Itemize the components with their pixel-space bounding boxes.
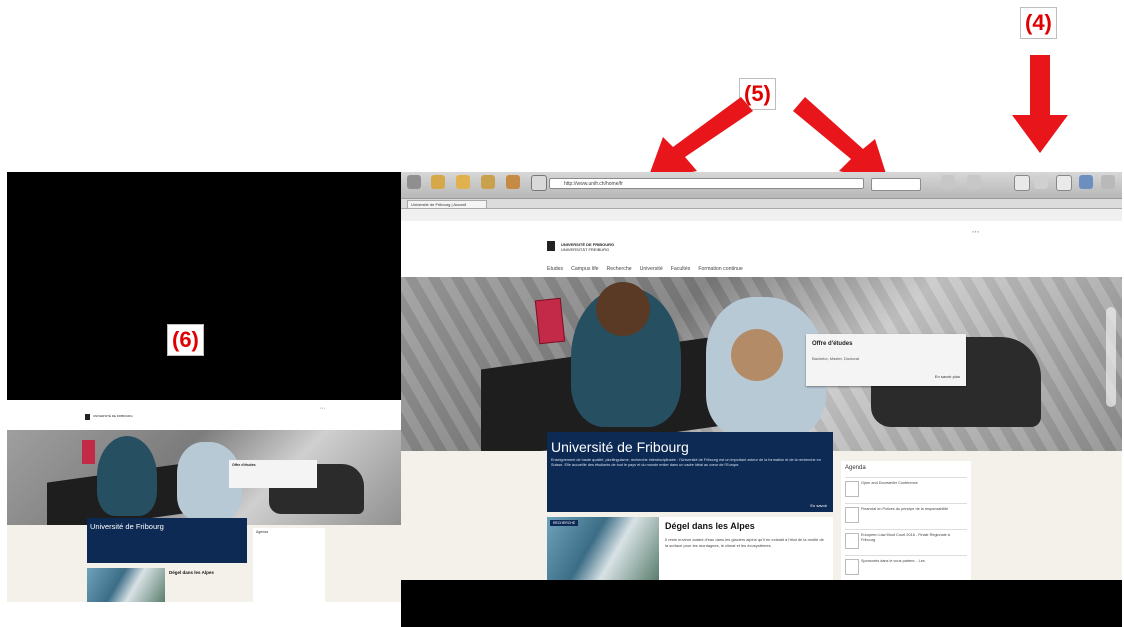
person-head-shape	[596, 282, 650, 336]
agenda-title: Agenda	[845, 465, 866, 471]
calendar-icon	[845, 481, 859, 497]
nav-item-campus[interactable]: Campus life	[571, 266, 598, 272]
side-controls[interactable]	[1106, 307, 1116, 407]
secondary-screen-webpage: ▪ ▪ ▪ UNIVERSITÉ DE FRIBOURG Offre d'étu…	[7, 400, 405, 602]
agenda-panel: Agenda	[252, 528, 325, 602]
reload-icon[interactable]	[456, 175, 470, 189]
logo-line2: UNIVERSITÄT FREIBURG	[561, 247, 610, 252]
webpage: ▪ ▪ ▪ UNIVERSITÉ DE FRIBOURG UNIVERSITÄT…	[401, 221, 1122, 580]
agenda-item[interactable]: Open and Doorsteller Conférence	[845, 477, 967, 502]
display-icon[interactable]	[1079, 175, 1093, 189]
tab-bar: Université de Fribourg | Accueil	[401, 199, 1122, 209]
agenda-item-text: Europeen Law Moot Court 2016 - Finale Ré…	[861, 533, 950, 542]
offer-subtitle: Bachelor, Master, Doctorat	[812, 356, 860, 361]
university-title: Université de Fribourg	[551, 439, 689, 455]
logo-mark-icon	[547, 241, 555, 251]
agenda-item-text: Open and Doorsteller Conférence	[861, 481, 918, 485]
news-text: Il reste environ autant d'eau dans les g…	[665, 537, 824, 548]
tools-icon[interactable]	[967, 175, 981, 189]
red-book-shape	[534, 297, 566, 345]
news-image[interactable]	[87, 568, 165, 602]
calendar-icon	[845, 507, 859, 523]
offer-box[interactable]: Offre d'études	[229, 460, 317, 488]
offer-more-link[interactable]: En savoir plus	[935, 374, 960, 379]
user-icon[interactable]	[1034, 175, 1048, 189]
calendar-icon	[845, 559, 859, 575]
callout-label-6: (6)	[167, 324, 204, 356]
settings-icon[interactable]	[1101, 175, 1115, 189]
calendar-icon	[845, 533, 859, 549]
tab-active[interactable]: Université de Fribourg | Accueil	[407, 200, 487, 208]
agenda-item-text: Sponsorés dans le vous partenr... Les	[861, 559, 925, 563]
logo-mark-icon	[85, 414, 90, 420]
agenda-item[interactable]: Europeen Law Moot Court 2016 - Finale Ré…	[845, 529, 967, 554]
screen-icon[interactable]	[1056, 175, 1072, 191]
search-input[interactable]	[871, 178, 921, 191]
main-screen: http://www.unifr.ch/home/fr Université d…	[401, 172, 1122, 627]
nav-item-universite[interactable]: Université	[640, 266, 663, 272]
offer-box[interactable]: Offre d'études Bachelor, Master, Doctora…	[806, 334, 966, 386]
news-title[interactable]: Dégel dans les Alpes	[169, 570, 214, 575]
university-text: Enseignement de haute qualité, pluriling…	[551, 458, 821, 467]
agenda-item[interactable]: Sponsorés dans le vous partenr... Les	[845, 555, 967, 580]
offer-title: Offre d'études	[812, 341, 853, 347]
home-icon[interactable]	[506, 175, 520, 189]
person-shape	[97, 436, 157, 516]
home-icon[interactable]	[531, 175, 547, 191]
nav-item-etudes[interactable]: Etudes	[547, 266, 563, 272]
bookmarks-icon[interactable]	[481, 175, 495, 189]
university-title: Université de Fribourg	[90, 522, 164, 531]
offer-title: Offre d'études	[232, 463, 256, 467]
nav-item-formation[interactable]: Formation continue	[698, 266, 742, 272]
hero-image: Offre d'études	[7, 430, 405, 525]
edit-icon[interactable]	[1014, 175, 1030, 191]
person-head-shape	[731, 329, 783, 381]
agenda-item-text: Financial en Polices du principe de la r…	[861, 507, 949, 511]
red-book-shape	[82, 440, 95, 464]
hero-image: Offre d'études Bachelor, Master, Doctora…	[401, 277, 1122, 451]
news-item[interactable]: RECHERCHE Dégel dans les Alpes Il reste …	[547, 517, 833, 580]
browser-toolbar: http://www.unifr.ch/home/fr	[401, 172, 1122, 199]
logo-text: UNIVERSITÉ DE FRIBOURG	[93, 414, 133, 418]
nav-item-facultes[interactable]: Facultés	[671, 266, 691, 272]
university-box: Université de Fribourg Enseignement de h…	[547, 432, 833, 512]
agenda-panel: Agenda Open and Doorsteller Conférence F…	[841, 461, 971, 580]
util-links: ▪ ▪ ▪	[320, 406, 325, 410]
university-box: Université de Fribourg	[87, 518, 247, 563]
search-icon[interactable]	[941, 175, 955, 189]
down-arrow-icon	[1012, 55, 1068, 153]
url-bar[interactable]: http://www.unifr.ch/home/fr	[549, 178, 864, 189]
browser-window: http://www.unifr.ch/home/fr Université d…	[401, 172, 1122, 580]
main-nav: Etudes Campus life Recherche Université …	[547, 266, 743, 272]
news-tag: RECHERCHE	[550, 520, 579, 526]
forward-icon[interactable]	[431, 175, 445, 189]
news-image[interactable]: RECHERCHE	[547, 517, 659, 580]
news-title[interactable]: Dégel dans les Alpes	[665, 521, 755, 531]
nav-item-recherche[interactable]: Recherche	[607, 266, 632, 272]
university-more-link[interactable]: En savoir	[810, 503, 827, 508]
secondary-screen: (6) ▪ ▪ ▪ UNIVERSITÉ DE FRIBOURG Offre d…	[7, 172, 405, 602]
agenda-title: Agenda	[256, 530, 269, 534]
back-icon[interactable]	[407, 175, 421, 189]
agenda-item[interactable]: Financial en Polices du principe de la r…	[845, 503, 967, 528]
util-links[interactable]: ▪ ▪ ▪	[973, 229, 979, 234]
callout-label-4: (4)	[1020, 7, 1057, 39]
